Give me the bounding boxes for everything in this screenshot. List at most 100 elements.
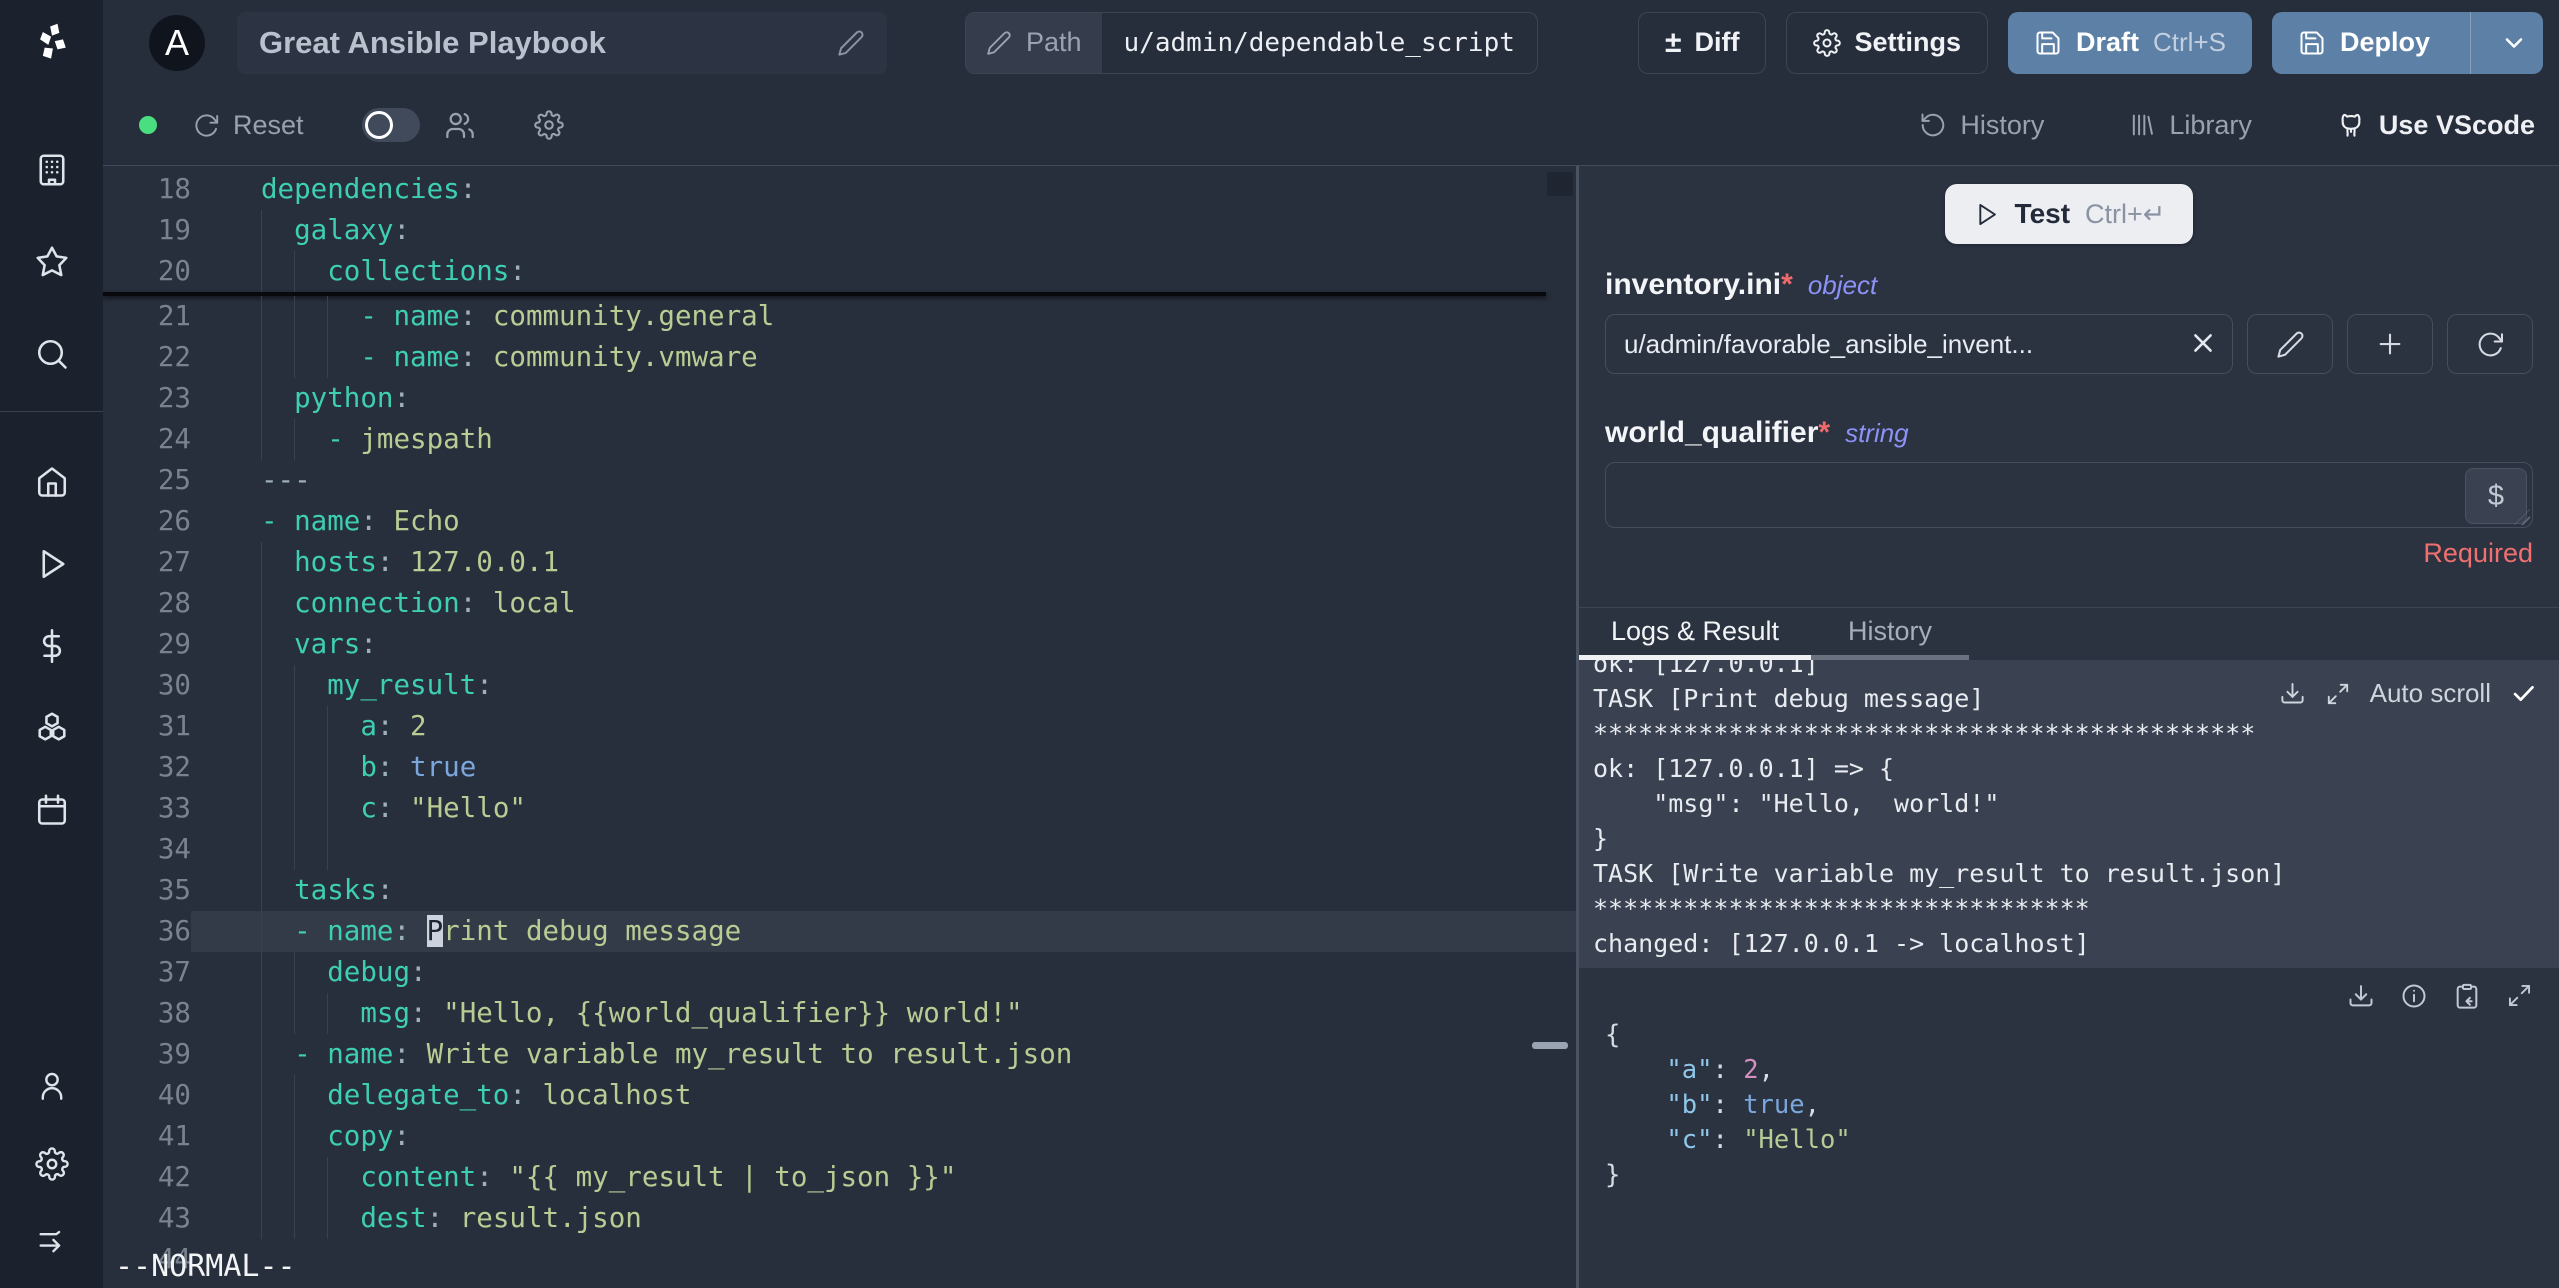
- code-editor[interactable]: 18 dependencies: 19 galaxy: 20 collections:…: [103, 166, 1576, 1288]
- editor-toolbar: Reset History Library Use VScode: [103, 85, 2559, 165]
- settings-button[interactable]: Settings: [1786, 11, 1988, 74]
- code-line-35[interactable]: 35 tasks:: [103, 870, 1576, 911]
- world-qualifier-input[interactable]: [1606, 463, 2532, 527]
- code-line-37[interactable]: 37 debug:: [103, 952, 1576, 993]
- resources-cubes-icon[interactable]: [32, 708, 72, 748]
- code-line-20[interactable]: 20 collections:: [103, 251, 1576, 292]
- log-output[interactable]: ok: [127.0.0.1] TASK [Print debug message…: [1579, 660, 2559, 968]
- code-line-36[interactable]: 36 - name: Print debug message: [103, 911, 1576, 952]
- sidebar-divider: [0, 411, 103, 412]
- variables-dollar-icon[interactable]: [32, 626, 72, 666]
- line-number: 41: [157, 1120, 191, 1152]
- workspace-icon[interactable]: [32, 150, 72, 190]
- code-line-42[interactable]: 42 content: "{{ my_result | to_json }}": [103, 1157, 1576, 1198]
- code-line-44[interactable]: 44: [103, 1239, 1576, 1280]
- runs-play-icon[interactable]: [32, 544, 72, 584]
- code-line-29[interactable]: 29 vars:: [103, 624, 1576, 665]
- save-icon: [2034, 29, 2062, 57]
- result-toolbar: [1605, 982, 2533, 1010]
- search-icon[interactable]: [32, 334, 72, 374]
- add-inventory-button[interactable]: [2347, 314, 2433, 374]
- code-line-33[interactable]: 33 c: "Hello": [103, 788, 1576, 829]
- required-star: *: [1781, 268, 1793, 301]
- code-line-39[interactable]: 39 - name: Write variable my_result to r…: [103, 1034, 1576, 1075]
- copy-result-icon[interactable]: [2453, 982, 2481, 1010]
- favorites-star-icon[interactable]: [32, 242, 72, 282]
- download-result-icon[interactable]: [2347, 982, 2375, 1010]
- schedules-calendar-icon[interactable]: [32, 790, 72, 830]
- assistant-toggle[interactable]: [361, 108, 420, 142]
- windmill-logo[interactable]: [0, 0, 103, 85]
- field-inventory-label: inventory.ini*: [1605, 268, 1793, 301]
- user-icon[interactable]: [32, 1066, 72, 1106]
- history-clock-icon: [1919, 111, 1947, 139]
- line-number: 18: [157, 173, 191, 205]
- line-number: 21: [157, 300, 191, 332]
- line-number: 33: [157, 792, 191, 824]
- reset-button[interactable]: Reset: [193, 110, 304, 141]
- autoscroll-check-icon[interactable]: [2510, 680, 2537, 707]
- editor-settings-gear-icon[interactable]: [534, 110, 564, 140]
- result-json[interactable]: { "a": 2, "b": true, "c": "Hello"}: [1605, 1018, 2533, 1193]
- code-line-43[interactable]: 43 dest: result.json: [103, 1198, 1576, 1239]
- code-line-23[interactable]: 23 python:: [103, 378, 1576, 419]
- code-line-34[interactable]: 34: [103, 829, 1576, 870]
- required-star: *: [1818, 416, 1831, 449]
- code-line-32[interactable]: 32 b: true: [103, 747, 1576, 788]
- expand-result-icon[interactable]: [2506, 982, 2533, 1010]
- edit-inventory-button[interactable]: [2247, 314, 2333, 374]
- clear-inventory-icon[interactable]: [2189, 329, 2217, 357]
- line-number: 35: [157, 874, 191, 906]
- toggle-knob: [364, 111, 393, 139]
- diff-button[interactable]: ± Diff: [1638, 11, 1767, 74]
- code-line-27[interactable]: 27 hosts: 127.0.0.1: [103, 542, 1576, 583]
- code-line-18[interactable]: 18 dependencies:: [103, 169, 1576, 210]
- home-icon[interactable]: [32, 462, 72, 502]
- line-number: 32: [157, 751, 191, 783]
- tab-logs-result[interactable]: Logs & Result: [1579, 608, 1811, 660]
- script-title: Great Ansible Playbook: [259, 24, 606, 60]
- download-logs-icon[interactable]: [2279, 680, 2306, 707]
- edit-title-pencil-icon[interactable]: [837, 29, 865, 57]
- code-line-26[interactable]: 26- name: Echo: [103, 501, 1576, 542]
- path-chip[interactable]: Path u/admin/dependable_script: [965, 11, 1538, 74]
- code-line-25[interactable]: 25 ---: [103, 460, 1576, 501]
- code-line-22[interactable]: 22 - name: community.vmware: [103, 337, 1576, 378]
- code-line-31[interactable]: 31 a: 2: [103, 706, 1576, 747]
- test-button[interactable]: Test Ctrl+↵: [1944, 184, 2194, 244]
- pane-resize-handle[interactable]: [1532, 1042, 1568, 1049]
- variable-picker-button[interactable]: $: [2465, 468, 2527, 524]
- code-line-41[interactable]: 41 copy:: [103, 1116, 1576, 1157]
- editor-scrollbar-thumb[interactable]: [1547, 172, 1573, 196]
- line-number: 20: [157, 255, 191, 287]
- vim-mode-indicator: --NORMAL--: [115, 1249, 296, 1284]
- refresh-inventory-button[interactable]: [2447, 314, 2533, 374]
- settings-gear-icon[interactable]: [32, 1144, 72, 1184]
- history-button[interactable]: History: [1919, 110, 2044, 141]
- deploy-dropdown-button[interactable]: [2485, 29, 2543, 57]
- library-button[interactable]: Library: [2128, 110, 2252, 141]
- gear-icon: [1813, 29, 1841, 57]
- autoscroll-label[interactable]: Auto scroll: [2370, 676, 2491, 711]
- draft-button[interactable]: Draft Ctrl+S: [2007, 11, 2252, 74]
- line-number: 42: [157, 1161, 191, 1193]
- code-line-21[interactable]: 21 - name: community.general: [103, 296, 1576, 337]
- line-number: 38: [157, 997, 191, 1029]
- code-line-30[interactable]: 30 my_result:: [103, 665, 1576, 706]
- line-number: 25: [157, 464, 191, 496]
- code-line-19[interactable]: 19 galaxy:: [103, 210, 1576, 251]
- multiplayer-users-icon[interactable]: [444, 109, 476, 141]
- code-line-24[interactable]: 24 - jmespath: [103, 419, 1576, 460]
- inventory-resource-input[interactable]: [1605, 314, 2233, 374]
- expand-logs-icon[interactable]: [2325, 681, 2351, 707]
- code-line-38[interactable]: 38 msg: "Hello, {{world_qualifier}} worl…: [103, 993, 1576, 1034]
- deploy-button[interactable]: Deploy: [2271, 11, 2543, 74]
- logout-icon[interactable]: [32, 1222, 72, 1262]
- code-line-40[interactable]: 40 delegate_to: localhost: [103, 1075, 1576, 1116]
- code-line-28[interactable]: 28 connection: local: [103, 583, 1576, 624]
- script-title-input[interactable]: Great Ansible Playbook: [237, 11, 887, 74]
- line-number: 27: [157, 546, 191, 578]
- tab-history[interactable]: History: [1811, 608, 1969, 660]
- result-info-icon[interactable]: [2400, 982, 2428, 1010]
- use-vscode-button[interactable]: Use VScode: [2336, 110, 2535, 141]
